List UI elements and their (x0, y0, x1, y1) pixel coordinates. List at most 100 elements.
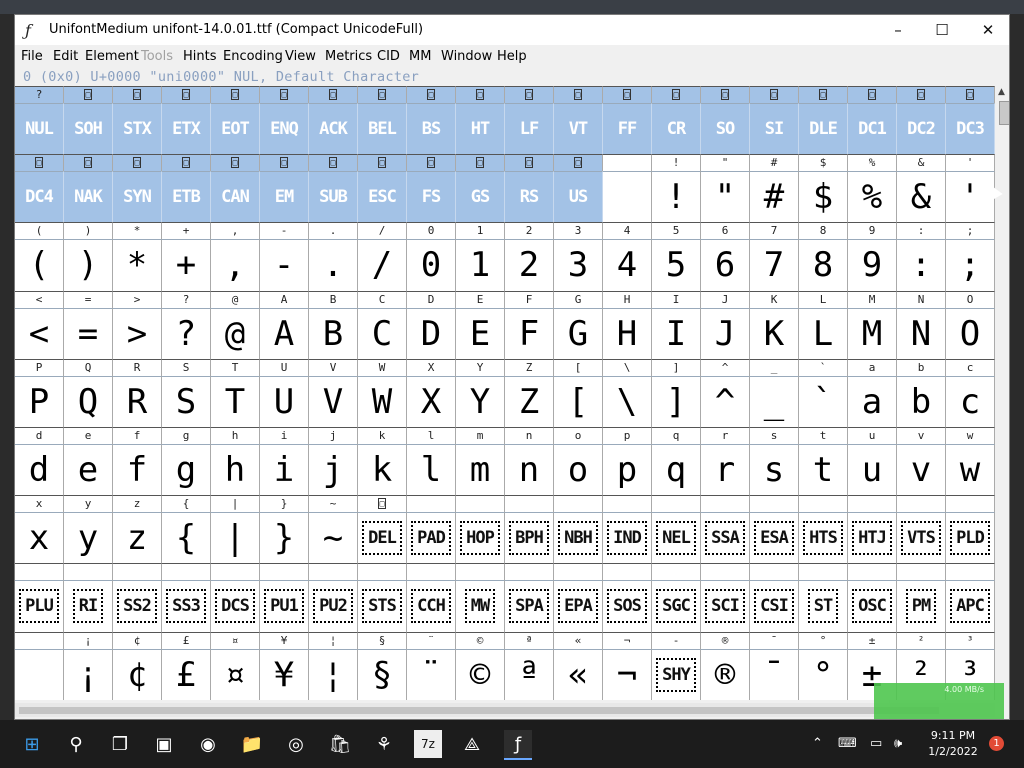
vertical-scroll-thumb[interactable] (999, 101, 1009, 125)
glyph-cell[interactable]: ª (505, 648, 554, 700)
glyph-cell[interactable]: ~ (309, 512, 358, 564)
menu-mm[interactable]: MM (409, 49, 431, 64)
glyph-cell[interactable]: J (701, 307, 750, 359)
glyph-cell[interactable]: BS (407, 103, 456, 155)
menu-encoding[interactable]: Encoding (223, 49, 283, 64)
glyph-cell[interactable]: DCS (211, 580, 260, 632)
menu-hints[interactable]: Hints (183, 49, 217, 64)
glyph-cell[interactable]: « (554, 648, 603, 700)
glyph-cell[interactable]: h (211, 444, 260, 496)
glyph-cell[interactable]: u (848, 444, 897, 496)
glyph-cell[interactable]: } (260, 512, 309, 564)
glyph-cell[interactable]: SSA (701, 512, 750, 564)
glyph-cell[interactable]: # (750, 171, 799, 223)
glyph-cell[interactable]: SO (701, 103, 750, 155)
glyph-cell[interactable]: ¡ (64, 648, 113, 700)
glyph-cell[interactable]: STX (113, 103, 162, 155)
glyph-cell[interactable]: ENQ (260, 103, 309, 155)
glyph-cell[interactable]: N (897, 307, 946, 359)
glyph-cell[interactable]: < (15, 307, 64, 359)
glyph-cell[interactable]: p (603, 444, 652, 496)
glyph-cell[interactable]: NBH (554, 512, 603, 564)
glyph-cell[interactable]: > (113, 307, 162, 359)
glyph-cell[interactable]: RS (505, 171, 554, 223)
glyph-cell[interactable]: SYN (113, 171, 162, 223)
glyph-cell[interactable]: m (456, 444, 505, 496)
glyph-cell[interactable]: V (309, 375, 358, 427)
glyph-cell[interactable]: \ (603, 375, 652, 427)
glyph-cell[interactable]: DC3 (946, 103, 995, 155)
glyph-cell[interactable]: y (64, 512, 113, 564)
glyph-cell[interactable]: ¯ (750, 648, 799, 700)
glyph-cell[interactable]: I (652, 307, 701, 359)
glyph-cell[interactable]: § (358, 648, 407, 700)
glyph-cell[interactable]: * (113, 239, 162, 291)
glyph-cell[interactable]: 8 (799, 239, 848, 291)
glyph-cell[interactable]: / (358, 239, 407, 291)
glyph-grid[interactable]: ? NUL □ SOH □ STX □ ETX □ EOT □ ENQ □ ACK □ BEL □ BS □ HT □ L… (15, 86, 995, 700)
glyph-cell[interactable]: g (162, 444, 211, 496)
glyph-cell[interactable]: LF (505, 103, 554, 155)
glyph-cell[interactable]: , (211, 239, 260, 291)
glyph-cell[interactable]: SS3 (162, 580, 211, 632)
glyph-cell[interactable]: ^ (701, 375, 750, 427)
menu-help[interactable]: Help (497, 49, 527, 64)
glyph-cell[interactable]: 0 (407, 239, 456, 291)
title-bar[interactable]: ƒ UnifontMedium unifont-14.0.01.ttf (Com… (15, 15, 1009, 45)
glyph-cell[interactable]: e (64, 444, 113, 496)
glyph-cell[interactable]: % (848, 171, 897, 223)
glyph-cell[interactable]: ¨ (407, 648, 456, 700)
glyph-cell[interactable]: . (309, 239, 358, 291)
glyph-cell[interactable]: w (946, 444, 995, 496)
glyph-cell[interactable]: U (260, 375, 309, 427)
glyph-cell[interactable]: EOT (211, 103, 260, 155)
display-icon[interactable]: ▭ (870, 736, 882, 751)
glyph-cell[interactable]: CCH (407, 580, 456, 632)
glyph-cell[interactable]: ESC (358, 171, 407, 223)
minimize-button[interactable]: – (875, 15, 921, 45)
menu-cid[interactable]: CID (377, 49, 400, 64)
glyph-cell[interactable]: CR (652, 103, 701, 155)
archive-icon[interactable]: ⚘ (370, 730, 398, 758)
glyph-cell[interactable]: PU1 (260, 580, 309, 632)
glyph-cell[interactable]: v (897, 444, 946, 496)
glyph-cell[interactable]: BPH (505, 512, 554, 564)
menu-tools[interactable]: Tools (141, 49, 173, 64)
glyph-cell[interactable]: 5 (652, 239, 701, 291)
chevron-up-icon[interactable]: ⌃ (812, 736, 823, 751)
glyph-cell[interactable]: ` (799, 375, 848, 427)
scroll-up-icon[interactable]: ▲ (998, 87, 1005, 97)
glyph-cell[interactable]: OSC (848, 580, 897, 632)
glyph-cell[interactable]: H (603, 307, 652, 359)
glyph-cell[interactable]: i (260, 444, 309, 496)
glyph-cell[interactable]: ? (162, 307, 211, 359)
glyph-cell[interactable]: PAD (407, 512, 456, 564)
glyph-cell[interactable]: VT (554, 103, 603, 155)
glyph-cell[interactable]: BEL (358, 103, 407, 155)
glyph-cell[interactable]: " (701, 171, 750, 223)
glyph-cell[interactable]: | (211, 512, 260, 564)
start-icon[interactable]: ⊞ (18, 730, 46, 758)
glyph-cell[interactable]: ST (799, 580, 848, 632)
store-icon[interactable]: 🛍 (326, 730, 354, 758)
glyph-cell[interactable]: VTS (897, 512, 946, 564)
glyph-cell[interactable]: R (113, 375, 162, 427)
glyph-cell[interactable]: DEL (358, 512, 407, 564)
glyph-cell[interactable]: _ (750, 375, 799, 427)
glyph-cell[interactable]: 2 (505, 239, 554, 291)
glyph-cell[interactable]: US (554, 171, 603, 223)
keyboard-icon[interactable]: ⌨ (838, 736, 857, 751)
glyph-cell[interactable]: O (946, 307, 995, 359)
glyph-cell[interactable]: @ (211, 307, 260, 359)
glyph-cell[interactable]: GS (456, 171, 505, 223)
glyph-cell[interactable]: DC4 (15, 171, 64, 223)
glyph-cell[interactable]: z (113, 512, 162, 564)
glyph-cell[interactable]: M (848, 307, 897, 359)
glyph-cell[interactable]: FS (407, 171, 456, 223)
glyph-cell[interactable]: NEL (652, 512, 701, 564)
glyph-cell[interactable]: { (162, 512, 211, 564)
menu-view[interactable]: View (285, 49, 316, 64)
7zip-icon[interactable]: 7z (414, 730, 442, 758)
glyph-cell[interactable]: DC1 (848, 103, 897, 155)
glyph-cell[interactable] (15, 648, 64, 700)
